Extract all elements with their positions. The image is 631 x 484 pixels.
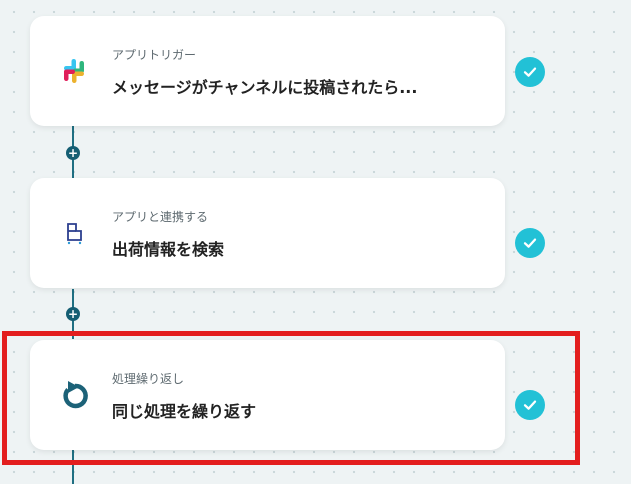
- add-step-button[interactable]: +: [66, 146, 80, 160]
- step-title: 出荷情報を検索: [112, 240, 225, 259]
- warehouse-app-icon: [58, 217, 90, 249]
- step-title: 同じ処理を繰り返す: [112, 402, 257, 421]
- flow-step-card-loop[interactable]: 処理繰り返し 同じ処理を繰り返す: [30, 340, 505, 450]
- check-icon: [515, 390, 545, 420]
- add-step-button[interactable]: +: [66, 307, 80, 321]
- flow-step-card-app-trigger[interactable]: アプリトリガー メッセージがチャンネルに投稿されたら...: [30, 16, 505, 126]
- step-title: メッセージがチャンネルに投稿されたら...: [112, 78, 418, 97]
- slack-icon: [58, 55, 90, 87]
- flow-connector-line: [72, 450, 74, 484]
- check-icon: [515, 228, 545, 258]
- check-icon: [515, 57, 545, 87]
- step-type-label: アプリと連携する: [112, 210, 209, 224]
- flow-step-card-app-integration[interactable]: アプリと連携する 出荷情報を検索: [30, 178, 505, 288]
- loop-icon: [58, 379, 90, 411]
- step-type-label: 処理繰り返し: [112, 372, 185, 386]
- step-type-label: アプリトリガー: [112, 48, 197, 62]
